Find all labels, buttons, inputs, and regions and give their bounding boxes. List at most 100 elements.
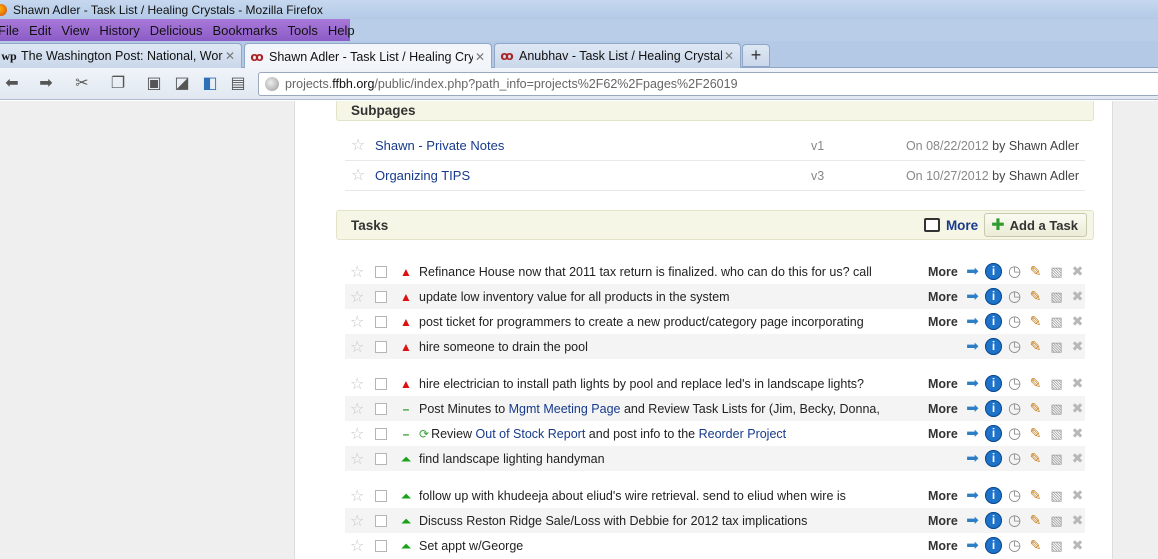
move-to-project-arrow-icon[interactable]: ➡ bbox=[964, 425, 981, 442]
print-icon[interactable] bbox=[923, 218, 940, 232]
tasks-more-link[interactable]: More bbox=[946, 218, 978, 233]
task-checkbox[interactable] bbox=[375, 452, 387, 465]
tab-close-icon[interactable]: ✕ bbox=[722, 49, 736, 63]
copy-icon[interactable]: ❐ bbox=[108, 74, 128, 94]
move-icon[interactable]: ▧ bbox=[1048, 512, 1065, 529]
star-icon[interactable]: ☆ bbox=[350, 137, 366, 154]
delete-icon[interactable]: ✖ bbox=[1069, 263, 1086, 280]
window-icon[interactable]: ◪ bbox=[172, 74, 192, 94]
move-icon[interactable]: ▧ bbox=[1048, 425, 1065, 442]
reminder-clock-icon[interactable]: ◷ bbox=[1006, 487, 1023, 504]
edit-pencil-icon[interactable]: ✎ bbox=[1027, 537, 1044, 554]
menu-file[interactable]: File bbox=[0, 23, 24, 38]
tab-anubhav[interactable]: ꝏ Anubhav - Task List / Healing Crystals… bbox=[494, 43, 741, 68]
tab-shawn-adler[interactable]: ꝏ Shawn Adler - Task List / Healing Cry.… bbox=[244, 43, 492, 69]
task-checkbox[interactable] bbox=[375, 489, 387, 502]
paste-icon[interactable]: ▣ bbox=[144, 74, 164, 94]
info-icon[interactable]: i bbox=[985, 512, 1002, 529]
move-icon[interactable]: ▧ bbox=[1048, 537, 1065, 554]
star-icon[interactable]: ☆ bbox=[350, 449, 366, 469]
reminder-clock-icon[interactable]: ◷ bbox=[1006, 375, 1023, 392]
star-icon[interactable]: ☆ bbox=[350, 312, 366, 332]
move-to-project-arrow-icon[interactable]: ➡ bbox=[964, 313, 981, 330]
task-text[interactable]: follow up with khudeeja about eliud's wi… bbox=[419, 489, 904, 503]
task-text[interactable]: hire electrician to install path lights … bbox=[419, 377, 904, 391]
forward-arrow-icon[interactable]: ➡ bbox=[36, 74, 56, 94]
star-icon[interactable]: ☆ bbox=[350, 399, 366, 419]
task-inline-link[interactable]: Out of Stock Report bbox=[476, 427, 586, 441]
reminder-clock-icon[interactable]: ◷ bbox=[1006, 288, 1023, 305]
task-more-link[interactable]: More bbox=[928, 427, 964, 441]
reminder-clock-icon[interactable]: ◷ bbox=[1006, 425, 1023, 442]
reminder-clock-icon[interactable]: ◷ bbox=[1006, 400, 1023, 417]
delete-icon[interactable]: ✖ bbox=[1069, 512, 1086, 529]
delete-icon[interactable]: ✖ bbox=[1069, 400, 1086, 417]
star-icon[interactable]: ☆ bbox=[350, 287, 366, 307]
task-text[interactable]: post ticket for programmers to create a … bbox=[419, 315, 904, 329]
move-icon[interactable]: ▧ bbox=[1048, 487, 1065, 504]
cut-icon[interactable]: ✂ bbox=[72, 74, 92, 94]
menu-help[interactable]: Help bbox=[323, 23, 360, 38]
task-checkbox[interactable] bbox=[375, 315, 387, 328]
move-to-project-arrow-icon[interactable]: ➡ bbox=[964, 450, 981, 467]
move-icon[interactable]: ▧ bbox=[1048, 313, 1065, 330]
subpage-title-link[interactable]: Organizing TIPS bbox=[375, 168, 811, 183]
menu-history[interactable]: History bbox=[94, 23, 144, 38]
menu-view[interactable]: View bbox=[56, 23, 94, 38]
print-preview-icon[interactable]: ▤ bbox=[228, 74, 248, 94]
delete-icon[interactable]: ✖ bbox=[1069, 375, 1086, 392]
task-checkbox[interactable] bbox=[375, 340, 387, 353]
task-more-link[interactable]: More bbox=[928, 290, 964, 304]
task-more-link[interactable]: More bbox=[928, 265, 964, 279]
task-checkbox[interactable] bbox=[375, 427, 387, 440]
edit-pencil-icon[interactable]: ✎ bbox=[1027, 288, 1044, 305]
move-to-project-arrow-icon[interactable]: ➡ bbox=[964, 338, 981, 355]
task-text[interactable]: update low inventory value for all produ… bbox=[419, 290, 904, 304]
menu-bookmarks[interactable]: Bookmarks bbox=[208, 23, 283, 38]
star-icon[interactable]: ☆ bbox=[350, 511, 366, 531]
task-checkbox[interactable] bbox=[375, 514, 387, 527]
menu-tools[interactable]: Tools bbox=[283, 23, 323, 38]
task-more-link[interactable]: More bbox=[928, 377, 964, 391]
info-icon[interactable]: i bbox=[985, 450, 1002, 467]
move-to-project-arrow-icon[interactable]: ➡ bbox=[964, 288, 981, 305]
reminder-clock-icon[interactable]: ◷ bbox=[1006, 338, 1023, 355]
move-icon[interactable]: ▧ bbox=[1048, 375, 1065, 392]
delete-icon[interactable]: ✖ bbox=[1069, 313, 1086, 330]
move-icon[interactable]: ▧ bbox=[1048, 400, 1065, 417]
edit-pencil-icon[interactable]: ✎ bbox=[1027, 263, 1044, 280]
task-inline-link[interactable]: Mgmt Meeting Page bbox=[509, 402, 621, 416]
move-to-project-arrow-icon[interactable]: ➡ bbox=[964, 512, 981, 529]
task-text[interactable]: find landscape lighting handyman bbox=[419, 452, 904, 466]
info-icon[interactable]: i bbox=[985, 313, 1002, 330]
move-to-project-arrow-icon[interactable]: ➡ bbox=[964, 263, 981, 280]
move-icon[interactable]: ▧ bbox=[1048, 338, 1065, 355]
task-more-link[interactable]: More bbox=[928, 514, 964, 528]
subpage-title-link[interactable]: Shawn - Private Notes bbox=[375, 138, 811, 153]
task-checkbox[interactable] bbox=[375, 377, 387, 390]
star-icon[interactable]: ☆ bbox=[350, 374, 366, 394]
task-checkbox[interactable] bbox=[375, 290, 387, 303]
task-inline-link[interactable]: Reorder Project bbox=[699, 427, 787, 441]
edit-pencil-icon[interactable]: ✎ bbox=[1027, 425, 1044, 442]
edit-pencil-icon[interactable]: ✎ bbox=[1027, 375, 1044, 392]
task-text[interactable]: Review Out of Stock Report and post info… bbox=[431, 427, 916, 441]
move-to-project-arrow-icon[interactable]: ➡ bbox=[964, 537, 981, 554]
star-icon[interactable]: ☆ bbox=[350, 337, 366, 357]
menu-delicious[interactable]: Delicious bbox=[145, 23, 208, 38]
task-checkbox[interactable] bbox=[375, 265, 387, 278]
task-text[interactable]: Set appt w/George bbox=[419, 539, 904, 553]
move-icon[interactable]: ▧ bbox=[1048, 288, 1065, 305]
move-icon[interactable]: ▧ bbox=[1048, 450, 1065, 467]
info-icon[interactable]: i bbox=[985, 288, 1002, 305]
edit-pencil-icon[interactable]: ✎ bbox=[1027, 400, 1044, 417]
reminder-clock-icon[interactable]: ◷ bbox=[1006, 263, 1023, 280]
task-text[interactable]: Post Minutes to Mgmt Meeting Page and Re… bbox=[419, 402, 904, 416]
task-text[interactable]: hire someone to drain the pool bbox=[419, 340, 904, 354]
task-checkbox[interactable] bbox=[375, 402, 387, 415]
new-tab-button[interactable]: + bbox=[742, 44, 770, 67]
reminder-clock-icon[interactable]: ◷ bbox=[1006, 313, 1023, 330]
tab-washington-post[interactable]: wp The Washington Post: National, Worl..… bbox=[0, 43, 242, 68]
add-task-button[interactable]: ✚ Add a Task bbox=[984, 213, 1087, 237]
info-icon[interactable]: i bbox=[985, 425, 1002, 442]
